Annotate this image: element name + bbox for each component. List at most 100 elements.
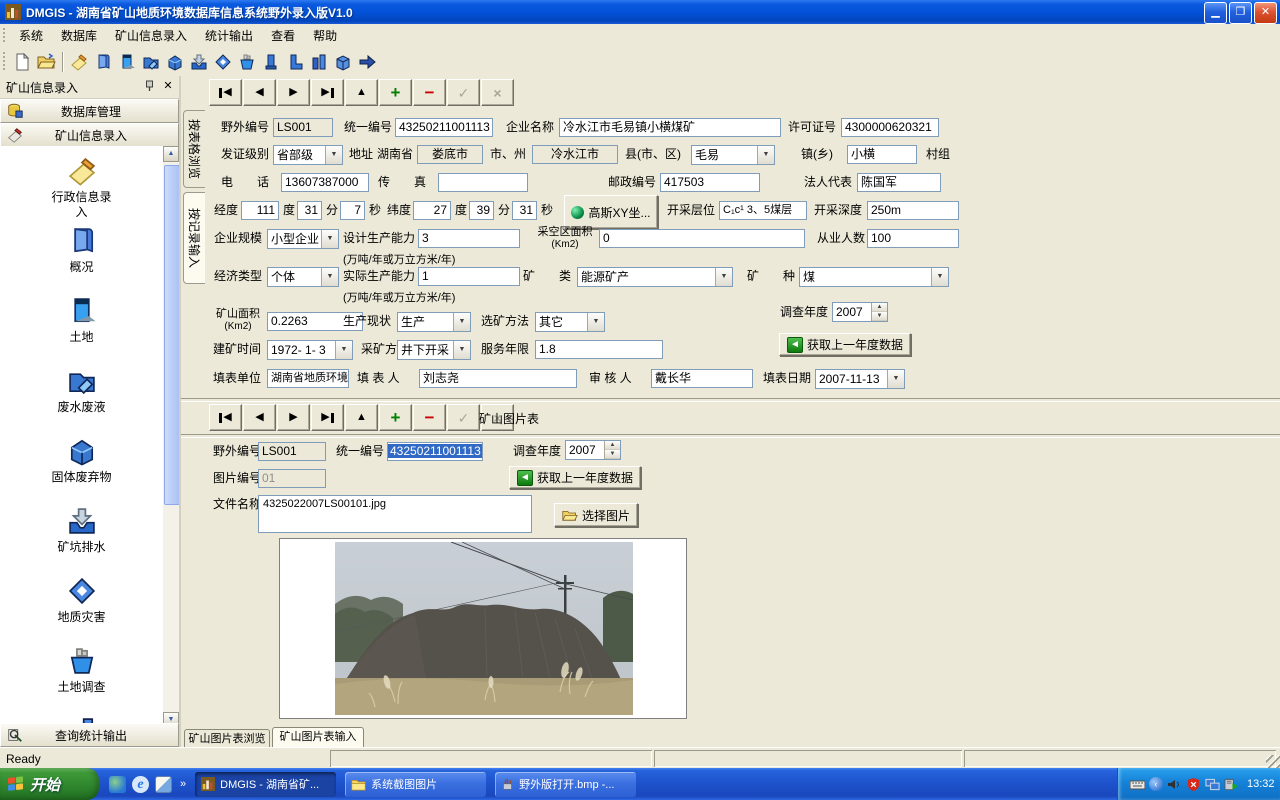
nav-next-button[interactable]: ▶ <box>277 79 310 106</box>
tab-record-input[interactable]: 按记录输入 <box>183 192 205 284</box>
sidebar-item-wastewater[interactable]: 废水废液 <box>0 364 163 434</box>
dropdown-arrow-icon[interactable]: ▼ <box>335 341 352 359</box>
filler-input[interactable]: 刘志尧 <box>419 369 577 388</box>
sidebar-item-land[interactable]: 土地 <box>0 294 163 364</box>
security-shield-icon[interactable] <box>1186 778 1201 791</box>
city-input[interactable]: 娄底市 <box>417 145 483 164</box>
workers-input[interactable]: 100 <box>867 229 959 248</box>
toolbar-lshape-button[interactable] <box>283 50 307 73</box>
fax-input[interactable] <box>438 173 528 192</box>
lat-sec-input[interactable]: 31 <box>512 201 537 220</box>
taskbar-window-screenshots[interactable]: 系统截图图片 <box>345 772 486 797</box>
pic-field-no-input[interactable]: LS001 <box>258 442 326 461</box>
company-input[interactable]: 冷水江市毛易镇小横煤矿 <box>559 118 781 137</box>
lon-deg-input[interactable]: 111 <box>241 201 279 220</box>
nav-last-button[interactable]: ▶ <box>311 79 344 106</box>
toolbar-column-button[interactable] <box>259 50 283 73</box>
pic-nav-post-button[interactable]: ✓ <box>447 404 480 431</box>
pic-nav-insert-button[interactable]: + <box>379 404 412 431</box>
select-picture-button[interactable]: 选择图片 <box>554 503 638 527</box>
scrollbar-thumb[interactable] <box>164 165 179 505</box>
server-status-icon[interactable] <box>1224 778 1239 791</box>
restore-button[interactable]: ❐ <box>1229 2 1252 24</box>
design-capacity-input[interactable]: 3 <box>418 229 520 248</box>
nav-post-button[interactable]: ✓ <box>447 79 480 106</box>
pin-icon[interactable] <box>141 80 157 94</box>
pic-no-input[interactable]: 01 <box>258 469 326 488</box>
goaf-area-input[interactable]: 0 <box>599 229 805 248</box>
field-no-input[interactable]: LS001 <box>273 118 333 137</box>
pic-nav-top-button[interactable]: ▲ <box>345 404 378 431</box>
nav-cancel-button[interactable]: × <box>481 79 514 106</box>
nav-prior-button[interactable]: ◀ <box>243 79 276 106</box>
sidebar-item-mine-drainage[interactable]: 矿坑排水 <box>0 504 163 574</box>
sidebar-group-mine-entry[interactable]: 矿山信息录入 <box>0 123 179 147</box>
menu-statistics-output[interactable]: 统计输出 <box>196 24 262 47</box>
pic-nav-delete-button[interactable]: − <box>413 404 446 431</box>
scroll-up-icon[interactable]: ▲ <box>163 146 179 162</box>
close-button[interactable]: ✕ <box>1254 2 1277 24</box>
legal-rep-input[interactable]: 陈国军 <box>857 173 941 192</box>
toolbar-solid-waste-button[interactable] <box>163 50 187 73</box>
mine-kind-select[interactable]: 煤▼ <box>799 267 949 287</box>
mining-method-select[interactable]: 井下开采▼ <box>397 340 471 360</box>
menu-database[interactable]: 数据库 <box>52 24 106 47</box>
keyboard-icon[interactable] <box>1130 778 1145 791</box>
enterprise-scale-select[interactable]: 小型企业▼ <box>267 229 339 249</box>
beneficiation-select[interactable]: 其它▼ <box>535 312 605 332</box>
fill-unit-input[interactable]: 湖南省地质环境 <box>267 369 349 388</box>
resize-grip[interactable] <box>1266 755 1280 769</box>
outlook-icon[interactable] <box>155 776 172 793</box>
gauss-xy-button[interactable]: 高斯XY坐... <box>564 195 658 229</box>
hide-icons-icon[interactable]: ‹ <box>1149 777 1163 791</box>
toolbar-wastewater-button[interactable] <box>139 50 163 73</box>
toolbar-land-button[interactable] <box>115 50 139 73</box>
mine-class-select[interactable]: 能源矿产▼ <box>577 267 733 287</box>
service-years-input[interactable]: 1.8 <box>535 340 663 359</box>
fill-date-select[interactable]: 2007-11-13▼ <box>815 369 905 389</box>
sidebar-item-geo-hazard[interactable]: 地质灾害 <box>0 574 163 644</box>
unified-no-input[interactable]: 43250211001113 <box>395 118 493 137</box>
pic-nav-prior-button[interactable]: ◀ <box>243 404 276 431</box>
toolbar-exit-button[interactable] <box>355 50 379 73</box>
spin-down-icon[interactable]: ▼ <box>872 312 887 321</box>
survey-year-spinner[interactable]: 2007 ▲▼ <box>832 302 888 322</box>
mining-depth-input[interactable]: 250m <box>867 201 959 220</box>
taskbar-window-dmgis[interactable]: DMGIS - 湖南省矿... <box>195 772 336 797</box>
auditor-input[interactable]: 戴长华 <box>651 369 753 388</box>
county-select[interactable]: 毛易▼ <box>691 145 775 165</box>
pic-unified-no-input[interactable]: 43250211001113 <box>387 442 483 461</box>
volume-icon[interactable] <box>1167 778 1182 791</box>
nav-top-button[interactable]: ▲ <box>345 79 378 106</box>
production-status-select[interactable]: 生产▼ <box>397 312 471 332</box>
lat-deg-input[interactable]: 27 <box>413 201 451 220</box>
cert-level-select[interactable]: 省部级▼ <box>273 145 343 165</box>
economic-type-select[interactable]: 个体▼ <box>267 267 339 287</box>
menu-system[interactable]: 系统 <box>10 24 52 47</box>
spin-up-icon[interactable]: ▲ <box>872 303 887 312</box>
tab-picture-table-input[interactable]: 矿山图片表输入 <box>272 727 364 749</box>
sidebar-item-land-survey[interactable]: 土地调查 <box>0 644 163 714</box>
sidebar-group-database[interactable]: 数据库管理 <box>0 99 179 123</box>
sidebar-group-query-output[interactable]: 查询统计输出 <box>0 723 179 747</box>
pic-nav-last-button[interactable]: ▶ <box>311 404 344 431</box>
toolbar-admin-entry-button[interactable] <box>67 50 91 73</box>
toolbar-overview-button[interactable] <box>91 50 115 73</box>
dropdown-arrow-icon[interactable]: ▼ <box>453 341 470 359</box>
pic-nav-first-button[interactable]: ◀ <box>209 404 242 431</box>
sidebar-scrollbar[interactable]: ▲ ▼ <box>163 146 179 728</box>
dropdown-arrow-icon[interactable]: ▼ <box>587 313 604 331</box>
open-button[interactable] <box>34 50 58 73</box>
lon-sec-input[interactable]: 7 <box>340 201 365 220</box>
tab-table-browse[interactable]: 按表格浏览 <box>183 110 205 188</box>
menu-help[interactable]: 帮助 <box>304 24 346 47</box>
new-button[interactable] <box>10 50 34 73</box>
dropdown-arrow-icon[interactable]: ▼ <box>321 230 338 248</box>
tab-picture-table-browse[interactable]: 矿山图片表浏览 <box>184 729 270 749</box>
lon-min-input[interactable]: 31 <box>297 201 322 220</box>
pic-nav-next-button[interactable]: ▶ <box>277 404 310 431</box>
toolbar-mine-drainage-button[interactable] <box>187 50 211 73</box>
toolbar-box-button[interactable] <box>331 50 355 73</box>
town-input[interactable]: 小横 <box>847 145 917 164</box>
actual-capacity-input[interactable]: 1 <box>418 267 520 286</box>
